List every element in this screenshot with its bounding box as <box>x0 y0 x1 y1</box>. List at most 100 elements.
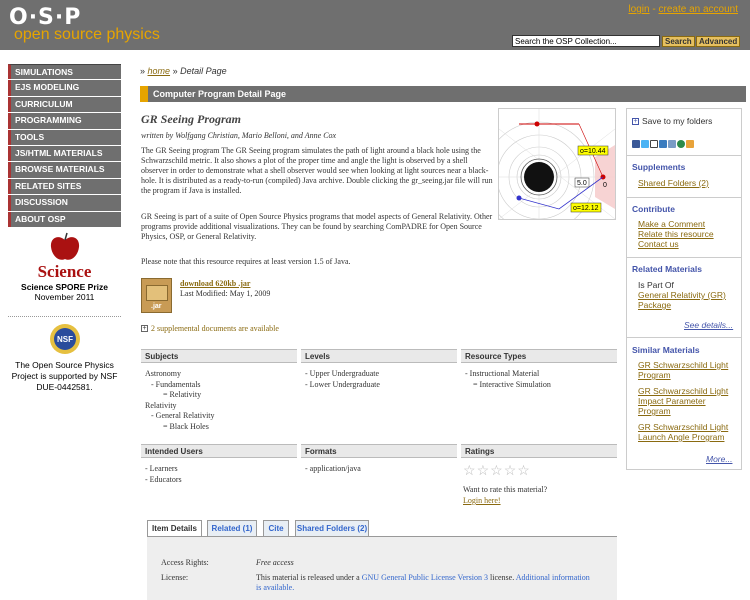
thumb-label-angle-1: o=10.44 <box>580 148 606 155</box>
nav-discussion[interactable]: DISCUSSION <box>8 195 121 211</box>
search-input[interactable] <box>512 35 660 47</box>
formats-header: Formats <box>301 444 457 458</box>
supplemental-docs[interactable]: +2 supplemental documents are available <box>141 324 279 333</box>
tab-item-details[interactable]: Item Details <box>147 520 202 536</box>
contact-us-link[interactable]: Contact us <box>638 239 679 249</box>
star-icon[interactable]: ☆ <box>477 463 490 477</box>
spore-prize-date: November 2011 <box>34 292 95 302</box>
supplements-heading: Supplements <box>632 162 686 172</box>
digg-icon[interactable] <box>668 140 676 148</box>
user-item: - Learners <box>145 464 178 473</box>
twitter-icon[interactable] <box>641 140 649 148</box>
contribute-heading: Contribute <box>632 204 675 214</box>
gr-package-link[interactable]: General Relativity (GR) Package <box>638 290 738 310</box>
subject-item: - Fundamentals <box>151 379 201 389</box>
divider <box>8 316 121 317</box>
nav-tools[interactable]: TOOLS <box>8 129 121 145</box>
delicious-icon[interactable] <box>659 140 667 148</box>
create-account-link[interactable]: create an account <box>659 4 739 15</box>
save-to-folders-label[interactable]: Save to my folders <box>642 116 712 126</box>
star-icon[interactable]: ☆ <box>463 463 476 477</box>
intended-users-header: Intended Users <box>141 444 297 458</box>
similar-item-link[interactable]: GR Schwarzschild Light Program <box>638 360 738 380</box>
nav-related-sites[interactable]: RELATED SITES <box>8 178 121 195</box>
shared-folders-link[interactable]: Shared Folders (2) <box>638 178 709 188</box>
user-item: - Educators <box>145 474 182 484</box>
account-links: login - create an account <box>628 4 738 15</box>
tab-shared-folders[interactable]: Shared Folders (2) <box>295 520 369 536</box>
subject-item: Relativity <box>145 400 177 410</box>
nav-curriculum[interactable]: CURRICULUM <box>8 96 121 113</box>
nav-ejs-modeling[interactable]: EJS MODELING <box>8 80 121 96</box>
thumb-label-angle-2: o=12.12 <box>573 205 599 212</box>
login-to-rate-link[interactable]: Login here! <box>463 496 501 505</box>
subject-item: - General Relativity <box>151 411 215 421</box>
nav-programming[interactable]: PROGRAMMING <box>8 113 121 129</box>
level-item: - Upper Undergraduate <box>305 369 380 378</box>
spore-prize[interactable]: Science Science SPORE Prize November 201… <box>8 232 121 302</box>
nsf-support[interactable]: NSF The Open Source Physics Project is s… <box>8 322 121 393</box>
facebook-icon[interactable] <box>632 140 640 148</box>
advanced-search-button[interactable]: Advanced <box>696 36 741 47</box>
stumbleupon-icon[interactable] <box>677 140 685 148</box>
spore-prize-label: Science SPORE Prize <box>21 282 108 292</box>
levels-header: Levels <box>301 349 457 363</box>
nav-simulations[interactable]: SIMULATIONS <box>8 64 121 80</box>
nav-browse-materials[interactable]: BROWSE MATERIALS <box>8 162 121 178</box>
thumb-label-value: 5.0 <box>577 180 587 187</box>
breadcrumb-current: Detail Page <box>180 66 227 76</box>
gpl-link[interactable]: GNU General Public License Version 3 <box>362 573 488 582</box>
save-to-folders[interactable]: + Save to my folders <box>632 116 712 126</box>
resource-title: GR Seeing Program <box>141 112 242 126</box>
page-title-bar: Computer Program Detail Page <box>140 86 746 102</box>
nav-about-osp[interactable]: ABOUT OSP <box>8 211 121 227</box>
nsf-line-3: DUE-0442581. <box>36 382 93 392</box>
license-after: license. <box>488 573 516 582</box>
apple-icon <box>50 232 79 260</box>
tab-cite[interactable]: Cite <box>263 520 289 536</box>
jar-file-icon[interactable]: .jar <box>141 278 172 313</box>
download-link[interactable]: download 620kb .jar <box>180 279 250 288</box>
subject-item: = Black Holes <box>163 421 209 431</box>
more-similar-link[interactable]: More... <box>706 454 732 464</box>
nsf-line-1: The Open Source Physics <box>15 360 114 370</box>
access-rights-label: Access Rights: <box>161 558 209 567</box>
license-label: License: <box>161 573 189 582</box>
email-icon[interactable] <box>650 140 658 148</box>
make-comment-link[interactable]: Make a Comment <box>638 219 705 229</box>
nav-js-html-materials[interactable]: JS/HTML MATERIALS <box>8 145 121 162</box>
see-details-link[interactable]: See details... <box>684 320 733 330</box>
simulation-thumbnail[interactable]: o=10.44 5.0 0 o=12.12 <box>483 108 616 233</box>
supplemental-docs-link[interactable]: 2 supplemental documents are available <box>151 324 279 333</box>
subject-item: Astronomy <box>145 369 181 378</box>
expand-icon[interactable]: + <box>141 325 148 333</box>
right-sidebar: + Save to my folders Supplements Shared F… <box>626 108 742 470</box>
type-item: - Instructional Material <box>465 369 540 378</box>
levels-list: - Upper Undergraduate - Lower Undergradu… <box>305 369 455 390</box>
types-list: - Instructional Material = Interactive S… <box>465 369 615 390</box>
similar-item-link[interactable]: GR Schwarzschild Light Launch Angle Prog… <box>638 422 738 442</box>
search-button[interactable]: Search <box>662 36 695 47</box>
osp-logo-text[interactable]: open source physics <box>14 26 160 44</box>
star-icon[interactable]: ☆ <box>504 463 517 477</box>
similar-item-link[interactable]: GR Schwarzschild Light Impact Parameter … <box>638 386 738 416</box>
tab-related[interactable]: Related (1) <box>207 520 257 536</box>
subject-item: = Relativity <box>163 390 202 400</box>
star-icon[interactable]: ☆ <box>490 463 503 477</box>
login-link[interactable]: login <box>628 4 649 15</box>
relate-resource-link[interactable]: Relate this resource <box>638 229 714 239</box>
star-icon[interactable]: ☆ <box>517 463 530 477</box>
breadcrumb-arrow: » <box>140 66 146 76</box>
related-materials-heading: Related Materials <box>632 264 702 274</box>
rating-stars[interactable]: ☆☆☆☆☆ <box>463 463 531 477</box>
share-icon[interactable] <box>686 140 694 148</box>
license-text: This material is released under a <box>256 573 362 582</box>
breadcrumb: » home » Detail Page <box>140 66 227 76</box>
add-folder-icon[interactable]: + <box>632 118 639 126</box>
formats-list: - application/java <box>305 464 455 475</box>
breadcrumb-home[interactable]: home <box>148 66 171 76</box>
divider <box>627 155 741 156</box>
divider <box>627 337 741 338</box>
resource-description: The GR Seeing program The GR Seeing prog… <box>141 146 493 195</box>
license-value: This material is released under a GNU Ge… <box>256 573 596 593</box>
